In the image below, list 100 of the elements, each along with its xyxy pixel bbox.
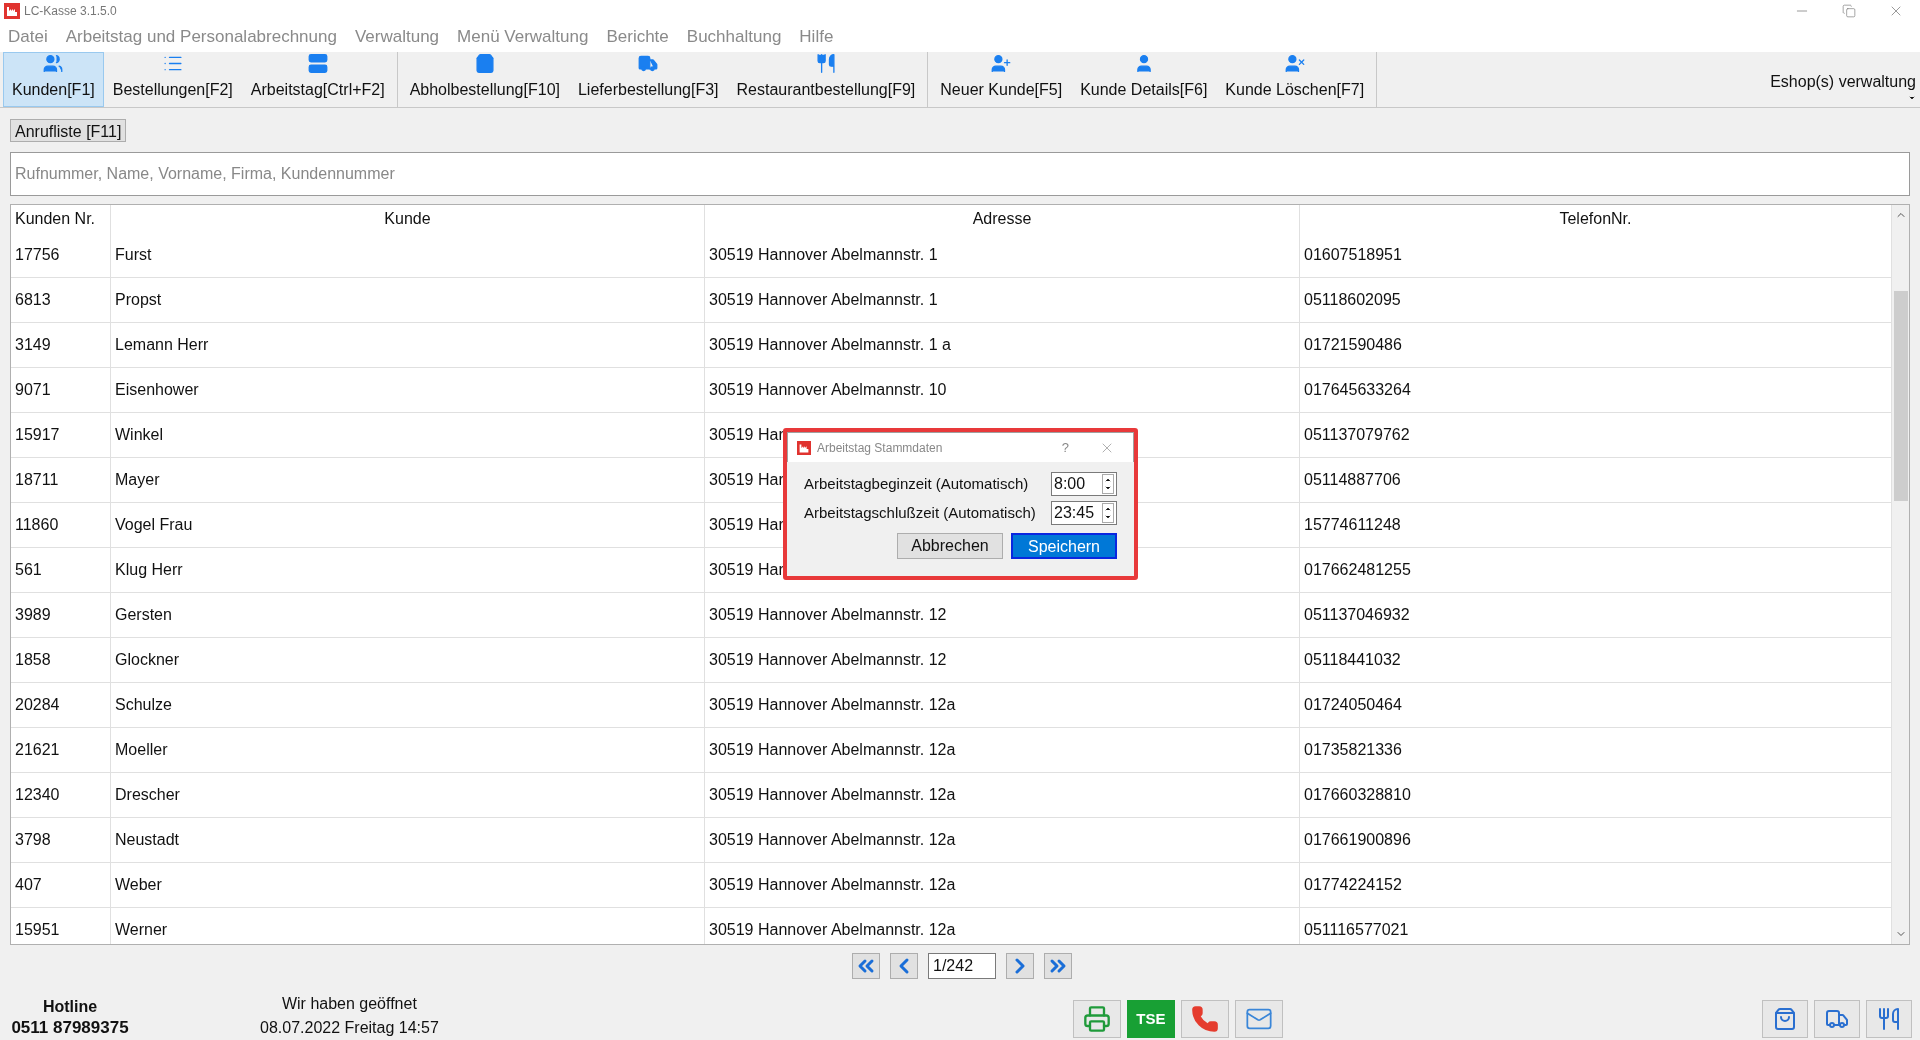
table-cell-text: 15917 <box>15 425 60 445</box>
help-button[interactable]: ? <box>1061 437 1069 458</box>
column-header[interactable]: Adresse <box>972 207 1032 231</box>
call-list-button[interactable]: Anrufliste [F11] <box>10 119 127 142</box>
table-cell-text: 05118602095 <box>1304 290 1401 310</box>
next-page-button[interactable] <box>1006 953 1034 979</box>
table-cell-text: 20284 <box>15 695 60 715</box>
table-cell-text: 3149 <box>15 335 51 355</box>
table-cell-text: 051116577021 <box>1304 920 1409 940</box>
column-header[interactable]: TelefonNr. <box>1559 207 1632 231</box>
table-cell-text: Werner <box>115 920 168 940</box>
date-time: 08.07.2022 Freitag 14:57 <box>260 1018 439 1038</box>
scrollbar-thumb[interactable] <box>1893 291 1908 501</box>
first-page-button[interactable] <box>852 953 880 979</box>
hotline-number: 0511 87989375 <box>11 1016 129 1038</box>
table-cell-text: 30519 Hannover Abelmannstr. 12a <box>709 830 956 850</box>
table-cell-text: 18711 <box>15 470 59 490</box>
toolbar-button[interactable]: Lieferbestellung[F3] <box>568 52 728 107</box>
table-cell-text: Klug Herr <box>115 560 183 580</box>
toolbar-button[interactable]: Abholbestellung[F10] <box>400 52 569 107</box>
scrollbar[interactable] <box>1892 205 1909 944</box>
restore-icon[interactable] <box>1842 4 1856 18</box>
table-cell-text: Schulze <box>115 695 172 715</box>
last-page-button[interactable] <box>1044 953 1072 979</box>
table-cell-text: Lemann Herr <box>115 335 209 355</box>
table-cell-text: Propst <box>115 290 162 310</box>
search-field[interactable]: Rufnummer, Name, Vorname, Firma, Kundennummer <box>10 152 1910 196</box>
register-button[interactable] <box>1072 1000 1121 1038</box>
table-cell-text: 11860 <box>15 515 59 535</box>
time-spinbox[interactable]: 23:45 <box>1051 501 1117 525</box>
table-cell-text: 30519 Har <box>709 515 784 535</box>
table-cell-text: 6813 <box>15 290 51 310</box>
table-cell-text: 01724050464 <box>1304 695 1402 715</box>
table-cell-text: 1858 <box>15 650 51 670</box>
utensils-button[interactable] <box>1866 1000 1912 1038</box>
field-label: Arbeitstagbeginzeit (Automatisch) <box>804 473 1029 494</box>
menu-item[interactable]: Verwaltung <box>354 24 440 50</box>
phone-icon <box>1190 1005 1219 1033</box>
previous-page-button[interactable] <box>890 953 918 979</box>
menu-item[interactable]: Datei <box>8 24 48 50</box>
menu-item[interactable]: Berichte <box>606 24 669 50</box>
field-label: Arbeitstagschlußzeit (Automatisch) <box>804 502 1036 523</box>
table-cell-text: 30519 Hannover Abelmannstr. 12 <box>709 605 947 625</box>
table-cell-text: 30519 Hannover Abelmannstr. 12a <box>709 875 956 895</box>
table-cell-text: 01735821336 <box>1304 740 1402 760</box>
table-cell-text: 017661900896 <box>1304 830 1411 850</box>
table-cell-text: Drescher <box>115 785 180 805</box>
table-cell-text: Winkel <box>115 425 163 445</box>
table-cell-text: 17756 <box>15 245 60 265</box>
table-cell-text: Vogel Frau <box>115 515 193 535</box>
toolbar-button[interactable]: Restaurantbestellung[F9] <box>727 52 925 107</box>
table-cell-text: 017660328810 <box>1304 785 1411 805</box>
toolbar-button[interactable]: Arbeitstag[Ctrl+F2] <box>241 52 394 107</box>
table-cell-text: 051137079762 <box>1304 425 1410 445</box>
table-cell-text: 30519 Hannover Abelmannstr. 12 <box>709 650 947 670</box>
truck-button[interactable] <box>1814 1000 1860 1038</box>
table-cell-text: 30519 Hannover Abelmannstr. 12a <box>709 920 956 940</box>
table-cell-text: 30519 Hannover Abelmannstr. 12a <box>709 695 956 715</box>
app-logo-icon <box>797 440 811 455</box>
eshop-menu[interactable]: Eshop(s) verwaltung <box>1770 69 1916 94</box>
bag-button[interactable] <box>1762 1000 1808 1038</box>
app-logo-icon <box>4 3 20 19</box>
toolbar-button[interactable]: Kunde Löschen[F7] <box>1216 52 1374 107</box>
hotline-label: Hotline <box>42 996 98 1017</box>
toolbar-button[interactable]: Bestellungen[F2] <box>103 52 242 107</box>
page-field[interactable]: 1/242 <box>928 953 996 979</box>
truck-icon <box>1825 1007 1849 1031</box>
table-cell-text: 3798 <box>15 830 51 850</box>
table-cell-text: Gersten <box>115 605 172 625</box>
table-cell-text: 051137046932 <box>1304 605 1410 625</box>
utensils-icon <box>1877 1007 1901 1031</box>
window-title: LC-Kasse 3.1.5.0 <box>24 3 117 20</box>
table-cell-text: 01721590486 <box>1304 335 1402 355</box>
table-cell-text: 30519 Hannover Abelmannstr. 12a <box>709 740 956 760</box>
cancel-button[interactable]: Abbrechen <box>897 533 1003 559</box>
table-cell-text: Furst <box>115 245 152 265</box>
table-cell-text: 017645633264 <box>1304 380 1411 400</box>
toolbar-button[interactable]: Kunde Details[F6] <box>1071 52 1217 107</box>
time-spinbox[interactable]: 8:00 <box>1051 472 1117 496</box>
menu-item[interactable]: Menü Verwaltung <box>457 24 589 50</box>
spin-up-icon[interactable] <box>1104 505 1112 513</box>
table-cell-text: 407 <box>15 875 42 895</box>
save-button[interactable]: Speichern <box>1011 533 1117 559</box>
column-header[interactable]: Kunde <box>384 207 431 231</box>
phone-button[interactable] <box>1180 1000 1229 1038</box>
column-header[interactable]: Kunden Nr. <box>15 207 96 231</box>
table-cell-text: 017662481255 <box>1304 560 1411 580</box>
table-cell-text: 30519 Har <box>709 425 784 445</box>
table-cell-text: 30519 Har <box>709 560 784 580</box>
spin-up-icon[interactable] <box>1104 476 1112 484</box>
table-cell-text: 15774611248 <box>1304 515 1401 535</box>
spin-down-icon[interactable] <box>1104 484 1112 492</box>
spin-down-icon[interactable] <box>1104 513 1112 521</box>
table-cell-text: 05114887706 <box>1304 470 1401 490</box>
table-cell-text: 01607518951 <box>1304 245 1402 265</box>
toolbar-button[interactable]: Kunden[F1] <box>3 52 104 107</box>
table-cell-text: 30519 Hannover Abelmannstr. 1 <box>709 245 938 265</box>
mail-button[interactable] <box>1234 1000 1283 1038</box>
toolbar-button[interactable]: Neuer Kunde[F5] <box>931 52 1072 107</box>
table-cell-text: 21621 <box>15 740 60 760</box>
